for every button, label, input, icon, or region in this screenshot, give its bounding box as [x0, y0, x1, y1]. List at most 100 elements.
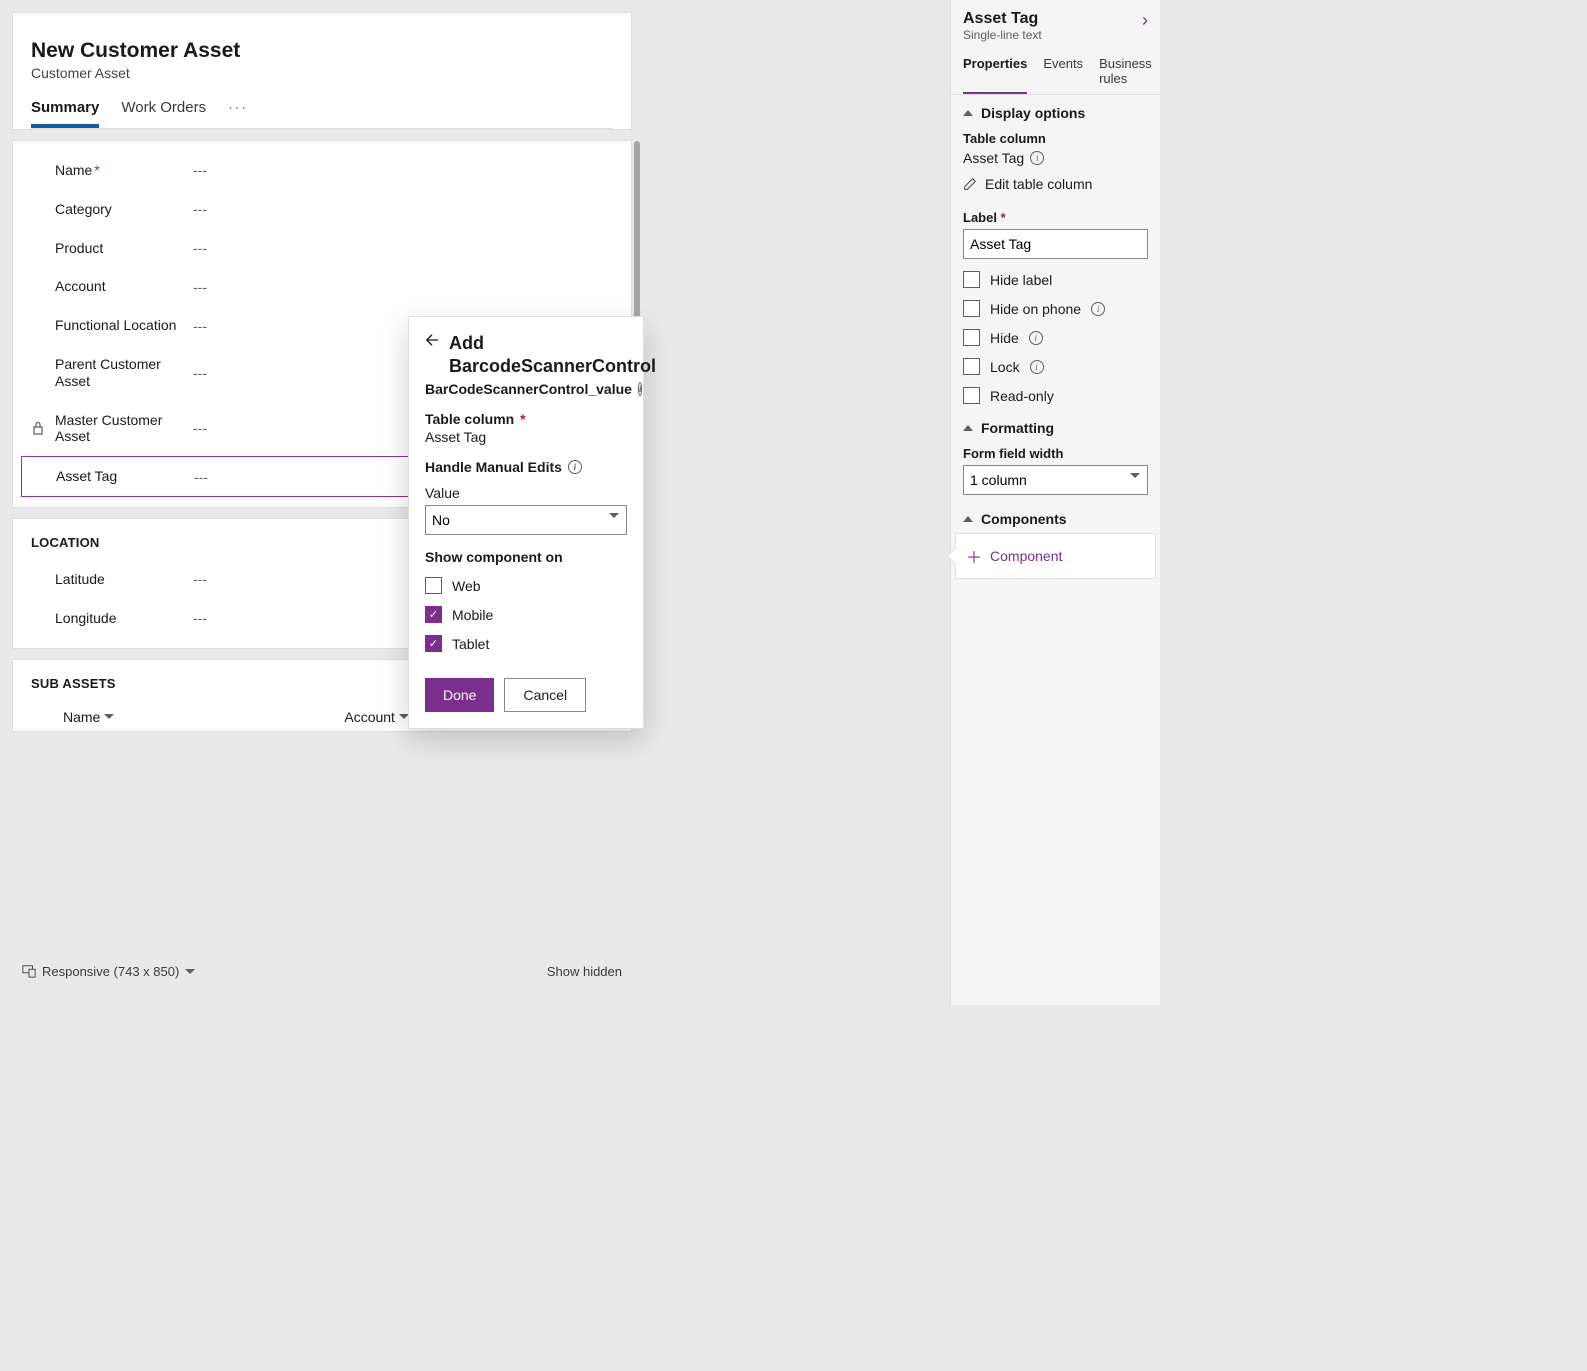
add-component-button[interactable]: ＋ Component: [955, 533, 1156, 579]
popover-title-line2: BarcodeScannerControl: [449, 356, 656, 377]
checkbox-hide-on-phone[interactable]: Hide on phone i: [963, 300, 1148, 317]
checkbox-hide[interactable]: Hide i: [963, 329, 1148, 346]
value-select[interactable]: No: [425, 505, 627, 535]
checkbox-icon: [963, 271, 980, 288]
popover-title-line1: Add: [449, 333, 656, 354]
form-field-width-label: Form field width: [963, 446, 1148, 461]
field-value: ---: [193, 201, 207, 217]
form-title: New Customer Asset: [31, 39, 613, 63]
checkbox-icon: [963, 387, 980, 404]
checkbox-icon: ✓: [425, 606, 442, 623]
form-entity-name: Customer Asset: [31, 65, 613, 81]
add-component-popover: Add BarcodeScannerControl BarCodeScanner…: [408, 316, 644, 729]
back-icon[interactable]: [425, 333, 439, 347]
label-input[interactable]: [963, 229, 1148, 259]
pane-title: Asset Tag: [963, 10, 1042, 28]
info-icon[interactable]: i: [1030, 360, 1044, 374]
checkbox-icon: [963, 300, 980, 317]
canvas-footer: Responsive (743 x 850) Show hidden: [12, 955, 632, 987]
field-value: ---: [193, 571, 207, 587]
tab-summary[interactable]: Summary: [31, 91, 99, 128]
field-value: ---: [193, 610, 207, 626]
pane-tab-properties[interactable]: Properties: [963, 52, 1027, 94]
field-label-text: Category: [55, 201, 183, 218]
lock-icon: [31, 421, 45, 435]
field-category[interactable]: Category ---: [13, 190, 631, 229]
collapse-pane-icon[interactable]: ›: [1142, 10, 1148, 31]
checkbox-read-only[interactable]: Read-only: [963, 387, 1148, 404]
form-tabs: Summary Work Orders ···: [31, 91, 613, 129]
field-value: ---: [193, 162, 207, 178]
field-label-text: Master Customer Asset: [55, 412, 183, 446]
section-toggle[interactable]: Display options: [963, 105, 1148, 121]
info-icon[interactable]: i: [1091, 302, 1105, 316]
show-component-on-label: Show component on: [425, 549, 627, 565]
section-toggle[interactable]: Formatting: [963, 420, 1148, 436]
table-column-value: Asset Tag: [963, 150, 1024, 166]
pane-tab-events[interactable]: Events: [1043, 52, 1083, 94]
field-name[interactable]: Name* ---: [13, 151, 631, 190]
app-root: New Customer Asset Customer Asset Summar…: [0, 0, 1160, 1005]
handle-manual-edits-label: Handle Manual Edits: [425, 459, 562, 475]
pencil-icon: [963, 177, 977, 191]
info-icon[interactable]: i: [568, 460, 582, 474]
field-value: ---: [193, 240, 207, 256]
checkbox-web[interactable]: Web: [425, 577, 627, 594]
column-header-name[interactable]: Name: [63, 709, 114, 725]
chevron-down-icon: [104, 714, 114, 719]
checkbox-lock[interactable]: Lock i: [963, 358, 1148, 375]
column-header-account[interactable]: Account: [344, 709, 409, 725]
field-value: ---: [194, 469, 208, 485]
field-label-text: Name: [55, 162, 92, 178]
pane-tabs: Properties Events Business rules: [951, 46, 1160, 95]
section-toggle[interactable]: Components: [963, 511, 1148, 527]
checkbox-icon: [963, 358, 980, 375]
edit-table-column-link[interactable]: Edit table column: [963, 176, 1148, 192]
popover-component-value-name: BarCodeScannerControl_value: [425, 381, 632, 397]
checkbox-hide-label[interactable]: Hide label: [963, 271, 1148, 288]
show-hidden-toggle[interactable]: Show hidden: [547, 964, 622, 979]
tab-work-orders[interactable]: Work Orders: [121, 91, 206, 128]
chevron-up-icon: [963, 516, 973, 522]
table-column-value: Asset Tag: [425, 429, 627, 445]
info-icon[interactable]: i: [1029, 331, 1043, 345]
info-icon[interactable]: i: [638, 382, 643, 396]
chevron-up-icon: [963, 425, 973, 431]
required-asterisk: *: [94, 162, 99, 178]
info-icon[interactable]: i: [1030, 151, 1044, 165]
field-value: ---: [193, 279, 207, 295]
table-column-label: Table column: [425, 411, 514, 427]
field-value: ---: [193, 365, 207, 381]
tab-overflow[interactable]: ···: [228, 91, 248, 128]
chevron-up-icon: [963, 110, 973, 116]
properties-pane: Asset Tag Single-line text › Properties …: [950, 0, 1160, 1005]
responsive-mode-toggle[interactable]: Responsive (743 x 850): [22, 964, 195, 979]
field-label-text: Asset Tag: [56, 468, 184, 485]
checkbox-icon: [963, 329, 980, 346]
pane-subtitle: Single-line text: [963, 28, 1042, 42]
field-label-text: Functional Location: [55, 317, 183, 334]
chevron-down-icon: [185, 969, 195, 974]
field-label-text: Product: [55, 240, 183, 257]
components-section: Components: [951, 501, 1160, 527]
form-field-width-select[interactable]: 1 column: [963, 465, 1148, 495]
field-product[interactable]: Product ---: [13, 229, 631, 268]
checkbox-mobile[interactable]: ✓ Mobile: [425, 606, 627, 623]
checkbox-icon: [425, 577, 442, 594]
field-value: ---: [193, 318, 207, 334]
formatting-section: Formatting Form field width 1 column: [951, 410, 1160, 501]
table-column-label: Table column: [963, 131, 1148, 146]
field-account[interactable]: Account ---: [13, 267, 631, 306]
plus-icon: ＋: [966, 544, 982, 568]
field-label-text: Longitude: [55, 610, 183, 627]
display-options-section: Display options Table column Asset Tag i…: [951, 95, 1160, 410]
label-label: Label: [963, 210, 997, 225]
form-header-card: New Customer Asset Customer Asset Summar…: [12, 12, 632, 130]
checkbox-icon: ✓: [425, 635, 442, 652]
cancel-button[interactable]: Cancel: [504, 678, 586, 712]
field-label-text: Parent Customer Asset: [55, 356, 183, 390]
done-button[interactable]: Done: [425, 678, 494, 712]
pane-tab-business-rules[interactable]: Business rules: [1099, 52, 1152, 94]
checkbox-tablet[interactable]: ✓ Tablet: [425, 635, 627, 652]
field-label-text: Account: [55, 278, 183, 295]
